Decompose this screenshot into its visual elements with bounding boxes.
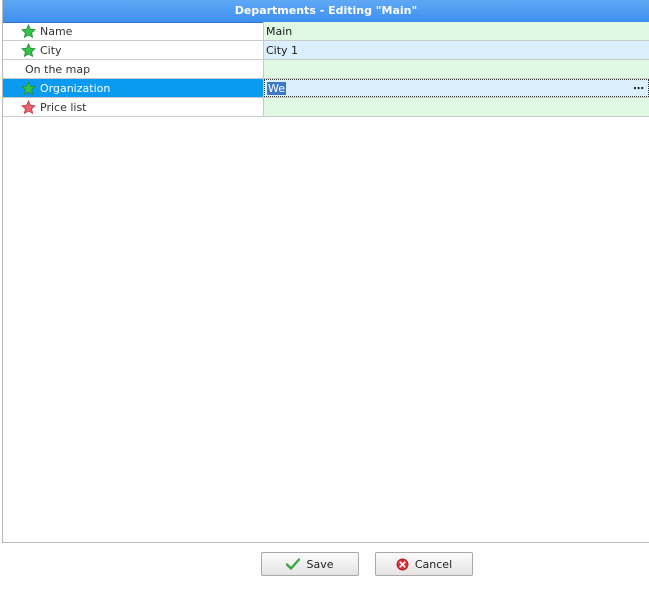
green-star-icon bbox=[21, 23, 36, 38]
field-label: City bbox=[40, 43, 62, 57]
field-row-on-the-map[interactable]: On the map bbox=[3, 60, 649, 79]
name-field[interactable]: Main bbox=[264, 22, 649, 40]
field-label: Price list bbox=[40, 100, 87, 114]
ellipsis-icon[interactable]: ⋯ bbox=[633, 82, 644, 95]
property-grid: Name Main City City 1 On the map Organiz… bbox=[3, 22, 649, 117]
save-button-label: Save bbox=[306, 557, 334, 571]
field-label-cell: On the map bbox=[3, 60, 264, 78]
field-label: Organization bbox=[40, 81, 111, 95]
red-star-icon bbox=[21, 99, 36, 114]
field-label-cell: City bbox=[3, 41, 264, 59]
cancel-button-label: Cancel bbox=[414, 557, 453, 571]
organization-input-value[interactable]: We bbox=[267, 81, 286, 95]
price-list-field[interactable] bbox=[264, 98, 649, 116]
field-label: Name bbox=[40, 24, 73, 38]
city-field[interactable]: City 1 bbox=[264, 41, 649, 59]
window-title: Departments - Editing "Main" bbox=[3, 0, 649, 23]
checkmark-icon bbox=[286, 558, 301, 570]
organization-field[interactable]: We ⋯ bbox=[264, 79, 649, 97]
field-label-cell: Organization bbox=[3, 79, 264, 97]
field-row-price-list[interactable]: Price list bbox=[3, 98, 649, 117]
green-star-icon bbox=[21, 42, 36, 57]
field-row-organization[interactable]: Organization We ⋯ bbox=[3, 79, 649, 98]
field-label: On the map bbox=[25, 62, 91, 76]
field-label-cell: Price list bbox=[3, 98, 264, 116]
field-label-cell: Name bbox=[3, 22, 264, 40]
cancel-icon bbox=[396, 558, 409, 570]
green-star-icon bbox=[21, 80, 36, 95]
field-row-name[interactable]: Name Main bbox=[3, 22, 649, 41]
field-row-city[interactable]: City City 1 bbox=[3, 41, 649, 60]
editor-window: Departments - Editing "Main" Name Main C… bbox=[2, 0, 649, 543]
on-the-map-field[interactable] bbox=[264, 60, 649, 78]
save-button[interactable]: Save bbox=[261, 552, 359, 576]
cancel-button[interactable]: Cancel bbox=[375, 552, 473, 576]
